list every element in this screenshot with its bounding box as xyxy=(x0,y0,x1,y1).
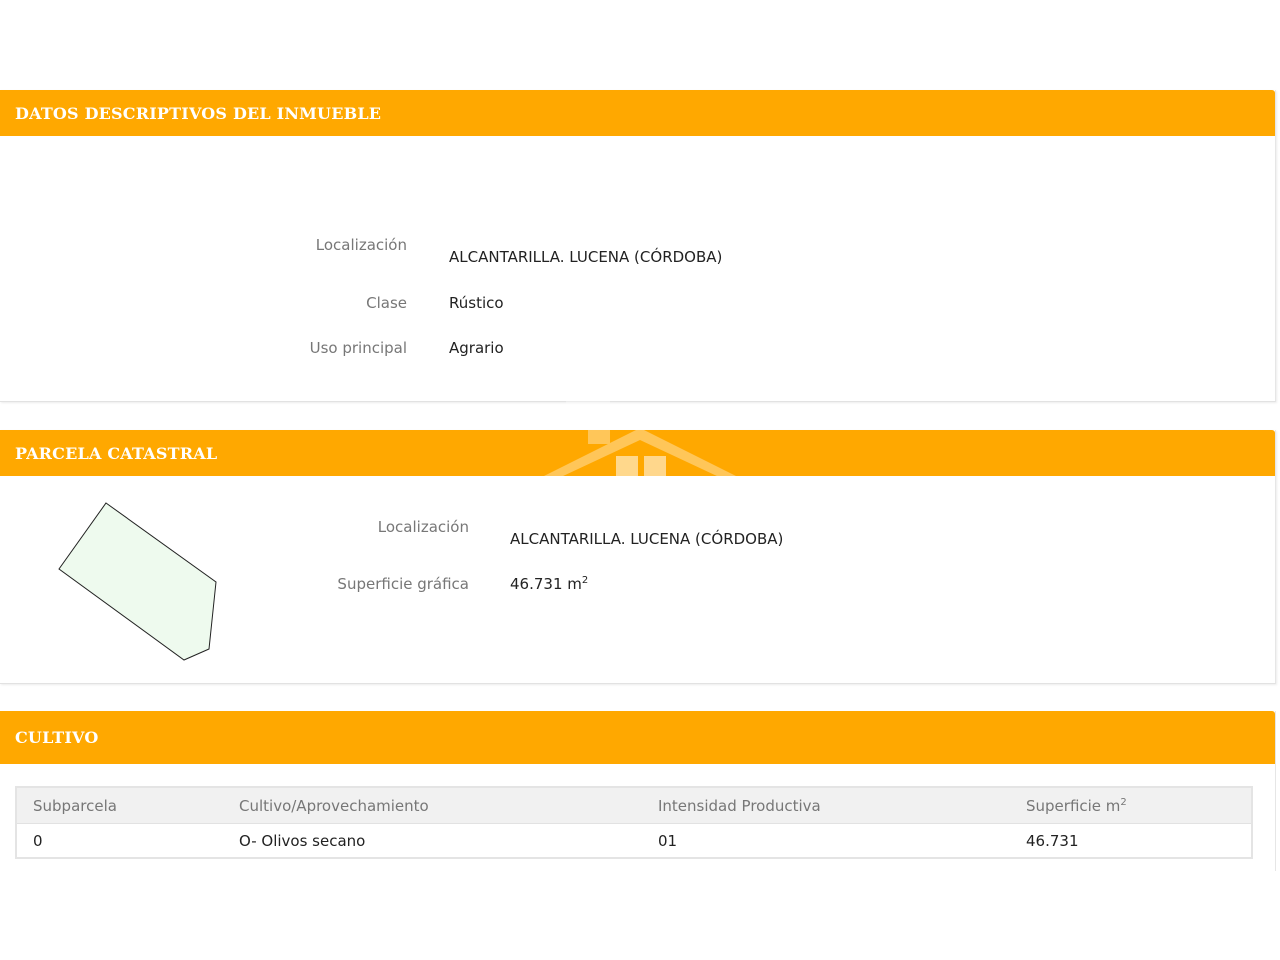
col-superficie: Superficie m2 xyxy=(1010,787,1252,824)
col-subparcela: Subparcela xyxy=(16,787,223,824)
localizacion-label: Localización xyxy=(315,236,407,254)
cell-superficie: 46.731 xyxy=(1026,831,1079,850)
superficie-grafica-value: 46.731 m2 xyxy=(510,575,589,593)
parcel-outline-icon xyxy=(58,502,217,661)
catastro-page: DATOS DESCRIPTIVOS DEL INMUEBLE Localiza… xyxy=(0,0,1280,960)
clase-label: Clase xyxy=(366,294,407,312)
parcel-title: PARCELA CATASTRAL xyxy=(15,443,218,463)
parcel-localizacion-label: Localización xyxy=(377,518,469,536)
descriptive-data-header: DATOS DESCRIPTIVOS DEL INMUEBLE xyxy=(0,90,1275,136)
uso-principal-value: Agrario xyxy=(449,339,504,357)
parcel-panel: PARCELA CATASTRAL Localización ALCANTARI… xyxy=(0,430,1276,684)
cell-intensidad: 01 xyxy=(658,831,678,850)
cultivo-table: Subparcela Cultivo/Aprovechamiento Inten… xyxy=(15,786,1253,859)
cultivo-title: CULTIVO xyxy=(15,728,99,747)
descriptive-data-title: DATOS DESCRIPTIVOS DEL INMUEBLE xyxy=(15,103,382,123)
cell-cultivo: O- Olivos secano xyxy=(239,831,366,850)
cultivo-header: CULTIVO xyxy=(0,711,1275,764)
superficie-grafica-label: Superficie gráfica xyxy=(337,575,469,593)
cultivo-panel: CULTIVO Subparcela Cultivo/Aprovechamien… xyxy=(0,711,1276,871)
cultivo-table-header-row: Subparcela Cultivo/Aprovechamiento Inten… xyxy=(16,787,1252,824)
descriptive-data-panel: DATOS DESCRIPTIVOS DEL INMUEBLE Localiza… xyxy=(0,90,1276,402)
parcel-header: PARCELA CATASTRAL xyxy=(0,430,1275,476)
localizacion-value: ALCANTARILLA. LUCENA (CÓRDOBA) xyxy=(449,248,723,266)
uso-principal-label: Uso principal xyxy=(309,339,407,357)
table-row: 0 O- Olivos secano 01 46.731 xyxy=(16,824,1252,859)
cell-subparcela: 0 xyxy=(33,831,43,850)
parcel-localizacion-value: ALCANTARILLA. LUCENA (CÓRDOBA) xyxy=(510,530,784,548)
col-cultivo: Cultivo/Aprovechamiento xyxy=(223,787,642,824)
col-intensidad: Intensidad Productiva xyxy=(642,787,1010,824)
clase-value: Rústico xyxy=(449,294,504,312)
